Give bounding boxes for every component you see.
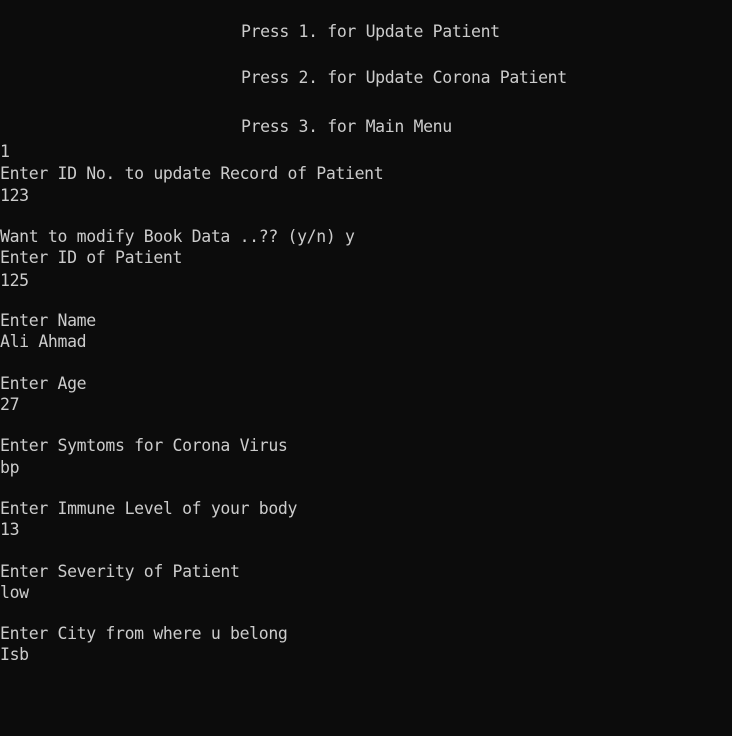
new-id-prompt: Enter ID of Patient bbox=[0, 248, 183, 267]
menu-option-main-menu: Press 3. for Main Menu bbox=[241, 117, 452, 136]
new-id-input: 125 bbox=[0, 271, 29, 290]
severity-prompt: Enter Severity of Patient bbox=[0, 562, 240, 581]
console-window[interactable]: Press 1. for Update Patient Press 2. for… bbox=[0, 0, 732, 736]
menu-option-update-patient: Press 1. for Update Patient bbox=[241, 22, 500, 41]
symptoms-input: bp bbox=[0, 458, 20, 477]
age-input: 27 bbox=[0, 395, 20, 414]
name-prompt: Enter Name bbox=[0, 311, 96, 330]
severity-input: low bbox=[0, 583, 29, 602]
modify-prompt: Want to modify Book Data ..?? (y/n) y bbox=[0, 227, 355, 246]
menu-choice-input: 1 bbox=[0, 142, 10, 161]
name-input: Ali Ahmad bbox=[0, 332, 87, 351]
age-prompt: Enter Age bbox=[0, 374, 87, 393]
city-input: Isb bbox=[0, 645, 29, 664]
symptoms-prompt: Enter Symtoms for Corona Virus bbox=[0, 436, 288, 455]
menu-option-update-corona-patient: Press 2. for Update Corona Patient bbox=[241, 68, 567, 87]
immune-level-input: 13 bbox=[0, 520, 20, 539]
id-prompt: Enter ID No. to update Record of Patient bbox=[0, 164, 384, 183]
city-prompt: Enter City from where u belong bbox=[0, 624, 288, 643]
immune-level-prompt: Enter Immune Level of your body bbox=[0, 499, 298, 518]
id-input: 123 bbox=[0, 186, 29, 205]
